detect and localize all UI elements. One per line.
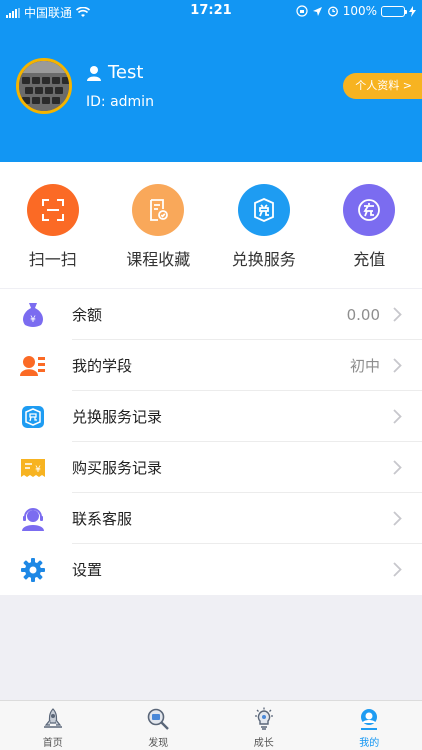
chevron-right-icon xyxy=(393,307,402,322)
menu-item-balance[interactable]: ¥ 余额 0.00 xyxy=(0,289,422,340)
status-bar: 中国联通 17:21 100% xyxy=(0,0,422,22)
menu-label: 购买服务记录 xyxy=(72,459,163,477)
menu-item-customer-service[interactable]: 联系客服 xyxy=(0,493,422,544)
svg-text:¥: ¥ xyxy=(30,315,36,325)
chevron-right-icon xyxy=(393,511,402,526)
growth-bulb-icon xyxy=(254,707,273,730)
alarm-icon xyxy=(327,6,338,17)
tab-bar: 首页 发现 成长 我的 xyxy=(0,700,422,750)
tab-me[interactable]: 我的 xyxy=(317,701,422,750)
menu-item-purchase-records[interactable]: ¥ 购买服务记录 xyxy=(0,442,422,493)
scan-icon xyxy=(26,184,79,236)
battery-icon xyxy=(381,5,407,17)
menu-item-exchange-records[interactable]: 兑换服务记录 xyxy=(0,391,422,442)
action-recharge[interactable]: 充值 xyxy=(317,162,422,288)
charging-icon xyxy=(409,5,416,17)
menu-item-study-stage[interactable]: 我的学段 初中 xyxy=(0,340,422,391)
student-card-icon xyxy=(19,352,47,380)
action-course-favorites[interactable]: 课程收藏 xyxy=(106,162,212,288)
action-scan[interactable]: 扫一扫 xyxy=(0,162,106,288)
exchange-icon xyxy=(237,184,290,236)
menu-item-settings[interactable]: 设置 xyxy=(0,544,422,595)
tab-label: 首页 xyxy=(42,738,63,749)
svg-text:¥: ¥ xyxy=(35,465,41,475)
settings-gear-icon xyxy=(19,556,47,584)
balance-value: 0.00 xyxy=(346,305,380,324)
user-icon xyxy=(87,65,101,81)
rotation-lock-icon xyxy=(296,5,308,17)
discover-magnifier-icon xyxy=(147,708,170,730)
money-bag-icon: ¥ xyxy=(19,301,47,329)
profile-header: 中国联通 17:21 100% Test ID: admin 个人资料 > xyxy=(0,0,422,162)
tab-label: 成长 xyxy=(253,738,274,749)
tab-growth[interactable]: 成长 xyxy=(211,701,317,750)
menu-label: 联系客服 xyxy=(72,510,133,528)
chevron-right-icon xyxy=(393,562,402,577)
action-label: 兑换服务 xyxy=(231,250,296,269)
action-label: 课程收藏 xyxy=(126,250,191,269)
recharge-icon xyxy=(343,184,396,236)
action-label: 扫一扫 xyxy=(28,250,77,269)
study-stage-value: 初中 xyxy=(349,357,380,375)
chevron-right-icon xyxy=(393,358,402,373)
chevron-right-icon xyxy=(393,409,402,424)
customer-service-icon xyxy=(19,505,47,533)
chevron-right-icon xyxy=(393,460,402,475)
location-icon xyxy=(312,6,322,16)
menu-label: 我的学段 xyxy=(72,357,133,375)
action-label: 充值 xyxy=(353,250,386,269)
favorite-doc-icon xyxy=(132,184,185,236)
menu-list: ¥ 余额 0.00 我的学段 初中 兑换服务记录 ¥ 购买服务记录 联系客服 设… xyxy=(0,289,422,595)
home-rocket-icon xyxy=(43,708,62,728)
me-icon xyxy=(361,709,378,730)
menu-label: 余额 xyxy=(72,306,103,324)
tab-label: 我的 xyxy=(359,738,380,749)
user-name: Test xyxy=(108,62,144,83)
battery-percent: 100% xyxy=(342,4,377,18)
user-id: ID: admin xyxy=(86,94,154,110)
exchange-record-icon xyxy=(19,403,47,431)
profile-details-button[interactable]: 个人资料 > xyxy=(343,73,422,99)
menu-label: 设置 xyxy=(72,561,103,579)
tab-label: 发现 xyxy=(148,738,169,749)
menu-label: 兑换服务记录 xyxy=(72,408,163,426)
tab-home[interactable]: 首页 xyxy=(0,701,106,750)
tab-discover[interactable]: 发现 xyxy=(106,701,212,750)
purchase-record-icon: ¥ xyxy=(19,454,47,482)
quick-actions: 扫一扫 课程收藏 兑换服务 充值 xyxy=(0,162,422,288)
avatar[interactable] xyxy=(16,58,72,114)
action-exchange-service[interactable]: 兑换服务 xyxy=(211,162,317,288)
